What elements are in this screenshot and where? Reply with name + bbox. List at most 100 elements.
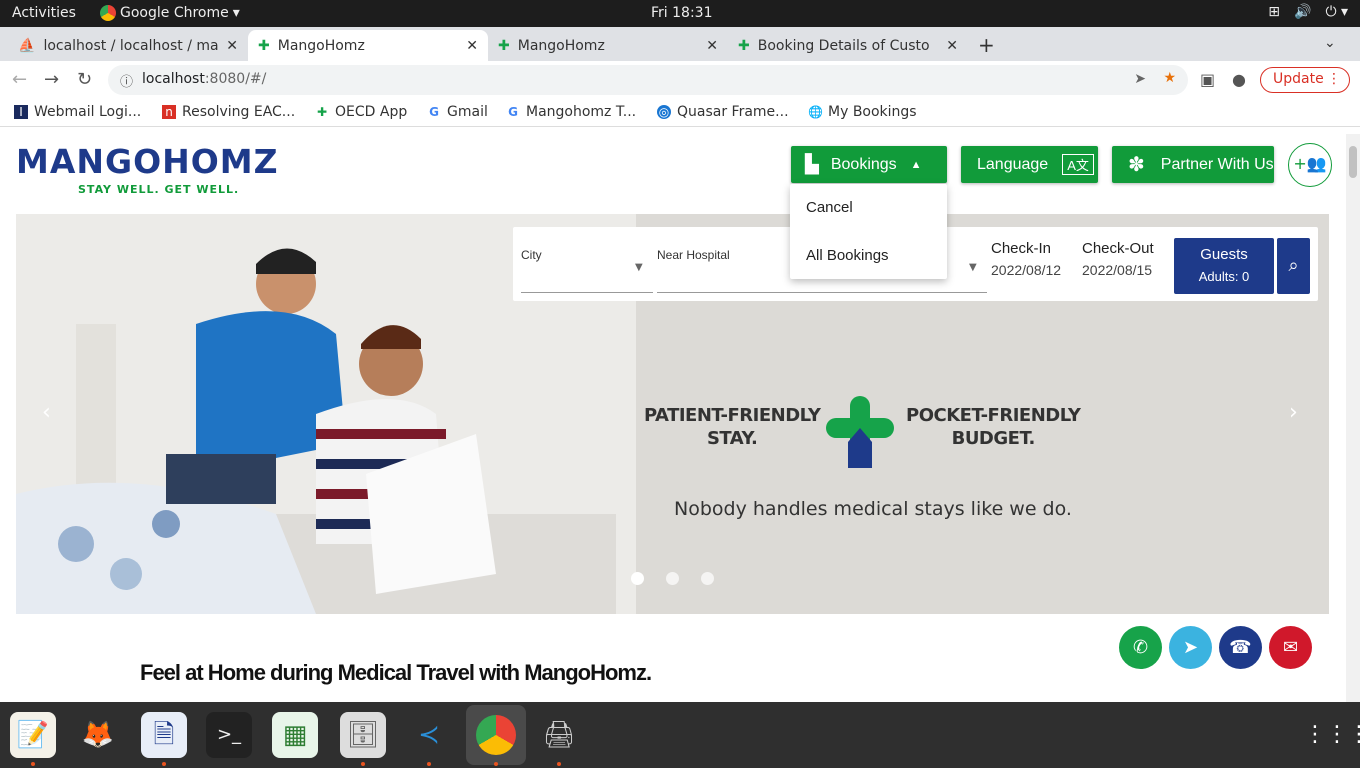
- more-vert-icon: ⋮: [1327, 71, 1341, 87]
- carousel-dot-3[interactable]: [701, 572, 714, 585]
- page-scrollbar[interactable]: [1346, 134, 1360, 702]
- back-icon[interactable]: ←: [12, 69, 27, 90]
- side-panel-icon[interactable]: ▣: [1200, 70, 1215, 89]
- close-icon[interactable]: ✕: [466, 38, 478, 54]
- send-icon[interactable]: ➤: [1134, 71, 1146, 87]
- vscode-icon[interactable]: ≺: [406, 712, 452, 758]
- running-indicator: [162, 762, 166, 766]
- scrollbar-thumb[interactable]: [1349, 146, 1357, 178]
- carousel-next-icon[interactable]: ›: [1289, 400, 1298, 425]
- terminal-icon[interactable]: >_: [206, 712, 252, 758]
- bookmark-my-bookings[interactable]: 🌐 My Bookings: [808, 104, 917, 120]
- bookings-button[interactable]: ▙ Bookings ▲: [791, 146, 947, 183]
- carousel-dot-1[interactable]: [631, 572, 644, 585]
- city-label: City: [521, 248, 542, 262]
- bookmark-label: OECD App: [335, 104, 408, 120]
- text-editor-icon[interactable]: 📝: [10, 712, 56, 758]
- new-tab-icon[interactable]: +: [978, 33, 995, 57]
- address-bar[interactable]: ⓘ localhost:8080/#/ ➤ ★: [108, 65, 1188, 95]
- mangohomz-logo[interactable]: MANGOHOMZ STAY WELL. GET WELL.: [16, 142, 279, 196]
- hospital-label: Near Hospital: [657, 248, 730, 262]
- globe-icon: 🌐: [808, 105, 823, 119]
- bookmark-webmail[interactable]: I Webmail Logi...: [14, 104, 141, 120]
- mangohomz-favicon-icon: ✚: [498, 37, 510, 54]
- scanner-icon[interactable]: 🖨: [536, 712, 582, 758]
- bookings-label: Bookings: [830, 155, 897, 173]
- forward-icon[interactable]: →: [44, 69, 59, 90]
- guests-label: Guests: [1200, 246, 1248, 263]
- tab-search-icon[interactable]: ⌄: [1324, 35, 1336, 51]
- tab-title: MangoHomz: [277, 37, 365, 54]
- language-button[interactable]: Language A文: [961, 146, 1098, 183]
- close-icon[interactable]: ✕: [946, 38, 958, 54]
- activities-button[interactable]: Activities: [12, 5, 76, 21]
- firefox-icon[interactable]: 🦊: [75, 712, 121, 758]
- tab-mangohomz[interactable]: ✚ MangoHomz ✕: [488, 30, 728, 61]
- checkin-field[interactable]: Check-In 2022/08/12: [991, 240, 1061, 278]
- url-host: localhost: [142, 71, 205, 87]
- chrome-dock-icon[interactable]: [466, 705, 526, 765]
- sailboat-icon: ⛵: [18, 37, 36, 54]
- running-indicator: [427, 762, 431, 766]
- whatsapp-icon[interactable]: ✆: [1119, 626, 1162, 669]
- banner-left-slogan: PATIENT-FRIENDLY STAY.: [644, 404, 821, 450]
- browser-toolbar: ← → ↻ ⓘ localhost:8080/#/ ➤ ★ ▣ ● Update…: [0, 61, 1360, 99]
- quasar-icon: ◎: [657, 105, 671, 119]
- hospital-select[interactable]: [657, 292, 987, 293]
- telegram-icon[interactable]: ➤: [1169, 626, 1212, 669]
- caret-down-icon[interactable]: ▼: [969, 262, 977, 273]
- logo-tagline: STAY WELL. GET WELL.: [78, 183, 240, 196]
- volume-icon: 🔊: [1294, 4, 1312, 20]
- clock[interactable]: Fri 18:31: [651, 5, 712, 21]
- menu-item-all-bookings[interactable]: All Bookings: [806, 247, 889, 264]
- reload-icon[interactable]: ↻: [77, 69, 92, 90]
- app-grid-icon[interactable]: ⋮⋮⋮: [1304, 712, 1360, 758]
- checkin-value: 2022/08/12: [991, 262, 1062, 278]
- checkout-label: Check-Out: [1082, 240, 1154, 257]
- bookmark-mangohomz-t[interactable]: G Mangohomz T...: [506, 104, 636, 120]
- tab-phpmyadmin[interactable]: ⛵ localhost / localhost / mar ✕: [8, 30, 248, 61]
- star-icon[interactable]: ★: [1163, 70, 1176, 86]
- email-icon[interactable]: ✉: [1269, 626, 1312, 669]
- info-icon[interactable]: ⓘ: [120, 71, 133, 90]
- partner-with-us-button[interactable]: ✽ Partner With Us: [1112, 146, 1274, 183]
- phone-icon[interactable]: ☎: [1219, 626, 1262, 669]
- bookmark-label: Mangohomz T...: [526, 104, 637, 120]
- update-label: Update: [1273, 71, 1324, 87]
- checkout-value: 2022/08/15: [1082, 262, 1153, 278]
- bookmark-oecd[interactable]: ✚ OECD App: [315, 104, 407, 120]
- bookmark-quasar[interactable]: ◎ Quasar Frame...: [657, 104, 789, 120]
- bookmarks-bar: I Webmail Logi... n Resolving EAC... ✚ OECD…: [0, 99, 1360, 127]
- writer-icon[interactable]: 🗎: [141, 712, 187, 758]
- city-select[interactable]: [521, 292, 653, 293]
- files-icon[interactable]: 🗄: [340, 712, 386, 758]
- bookmark-resolving-eac[interactable]: n Resolving EAC...: [162, 104, 295, 120]
- chrome-icon: [100, 5, 116, 21]
- tab-title: Booking Details of Custo: [757, 37, 930, 54]
- menu-item-cancel[interactable]: Cancel: [806, 199, 853, 216]
- banner-right-line2: BUDGET.: [951, 428, 1036, 449]
- system-tray[interactable]: ⊞ 🔊 ⏻ ▾: [1268, 4, 1348, 20]
- guests-button[interactable]: Guests Adults: 0: [1174, 238, 1274, 294]
- close-icon[interactable]: ✕: [706, 38, 718, 54]
- tab-mangohomz-active[interactable]: ✚ MangoHomz ✕: [248, 30, 488, 61]
- tab-booking-details[interactable]: ✚ Booking Details of Custo ✕: [728, 30, 968, 61]
- update-button[interactable]: Update ⋮: [1260, 67, 1350, 93]
- tab-strip: ⛵ localhost / localhost / mar ✕ ✚ MangoH…: [0, 27, 1360, 61]
- spreadsheet-icon[interactable]: ▦: [272, 712, 318, 758]
- add-user-icon[interactable]: +👥: [1288, 143, 1332, 187]
- app-name: Google Chrome: [120, 5, 229, 21]
- tab-title: MangoHomz: [517, 37, 605, 54]
- carousel-dot-2[interactable]: [666, 572, 679, 585]
- profile-icon[interactable]: ●: [1232, 70, 1246, 89]
- close-icon[interactable]: ✕: [226, 38, 238, 54]
- bookmark-gmail[interactable]: G Gmail: [427, 104, 488, 120]
- checkout-field[interactable]: Check-Out 2022/08/15: [1082, 240, 1154, 278]
- caret-up-icon: ▲: [910, 158, 922, 171]
- caret-down-icon[interactable]: ▼: [635, 262, 643, 273]
- app-menu[interactable]: Google Chrome ▾: [100, 5, 240, 21]
- checkin-label: Check-In: [991, 240, 1052, 257]
- carousel-prev-icon[interactable]: ‹: [42, 400, 51, 425]
- search-button[interactable]: ⌕: [1277, 238, 1310, 294]
- logo-wordmark: MANGOHOMZ: [16, 142, 279, 181]
